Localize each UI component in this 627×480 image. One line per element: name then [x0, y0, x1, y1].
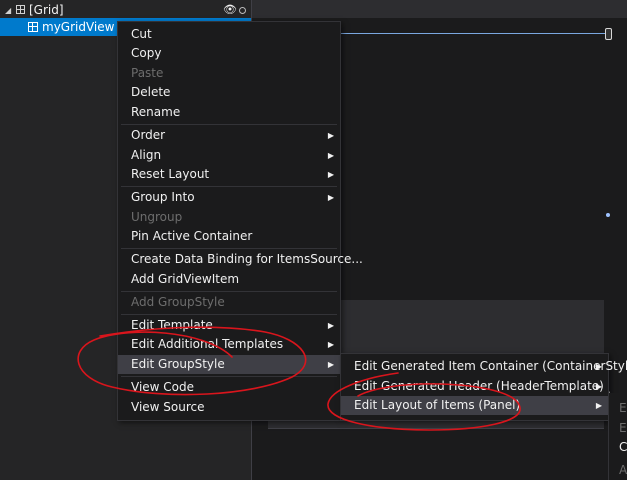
menu-item-add-groupstyle: Add GroupStyle	[131, 295, 225, 309]
eye-icon[interactable]: 👁	[223, 1, 237, 19]
submenu-arrow-icon: ▶	[327, 151, 334, 160]
submenu-arrow-icon: ▶	[327, 321, 334, 330]
gridview-icon	[28, 22, 38, 32]
menu-separator	[121, 124, 337, 125]
menu-item-view-source[interactable]: View Source	[118, 398, 340, 417]
submenu-arrow-icon: ▶	[327, 170, 334, 179]
groupstyle-submenu: Edit Generated Item Container (Container…	[340, 353, 627, 421]
submenu-item-edit-generated-item-container[interactable]: Edit Generated Item Container (Container…	[341, 357, 627, 376]
menu-item-truncated: Ap	[619, 463, 627, 477]
menu-item-ungroup: Ungroup	[131, 210, 183, 224]
menu-item-view-code[interactable]: View Code	[118, 378, 340, 397]
panel-submenu: Ec Ec Cr Ap	[608, 393, 627, 480]
menu-item-rename[interactable]: Rename	[118, 103, 340, 122]
menu-item-reset-layout[interactable]: Reset Layout ▶	[118, 165, 340, 184]
menu-item-delete[interactable]: Delete	[118, 83, 340, 102]
menu-item-group-into[interactable]: Group Into ▶	[118, 188, 340, 207]
menu-item-edit-additional-templates[interactable]: Edit Additional Templates ▶	[118, 335, 340, 354]
menu-item-add-gridviewitem[interactable]: Add GridViewItem	[118, 270, 340, 289]
menu-item-create-data-binding[interactable]: Create Data Binding for ItemsSource...	[118, 250, 363, 269]
tree-item-label: [Grid]	[29, 3, 64, 17]
menu-item-truncated[interactable]: Cr	[609, 438, 627, 457]
menu-separator	[121, 376, 337, 377]
menu-separator	[121, 314, 337, 315]
submenu-arrow-icon: ▶	[595, 401, 602, 410]
submenu-arrow-icon: ▶	[327, 360, 334, 369]
submenu-item-edit-generated-header[interactable]: Edit Generated Header (HeaderTemplate) ▶	[341, 377, 608, 396]
menu-separator	[121, 248, 337, 249]
menu-item-align[interactable]: Align ▶	[118, 146, 340, 165]
submenu-arrow-icon: ▶	[595, 362, 602, 371]
menu-separator	[121, 291, 337, 292]
submenu-arrow-icon: ▶	[595, 382, 602, 391]
submenu-item-edit-layout-of-items[interactable]: Edit Layout of Items (Panel) ▶	[341, 396, 608, 415]
context-menu: Cut Copy Paste Delete Rename Order ▶ Alig…	[117, 21, 363, 421]
menu-separator	[121, 186, 337, 187]
menu-item-copy[interactable]: Copy	[118, 44, 340, 63]
resize-handle-icon[interactable]	[605, 28, 612, 40]
submenu-arrow-icon: ▶	[327, 340, 334, 349]
selection-handle-icon[interactable]	[606, 213, 610, 217]
grid-icon	[16, 5, 25, 14]
submenu-arrow-icon: ▶	[327, 131, 334, 140]
menu-item-truncated: Ec	[619, 401, 627, 415]
menu-item-truncated: Ec	[619, 421, 627, 435]
lock-toggle-icon[interactable]	[239, 7, 246, 14]
menu-item-cut[interactable]: Cut	[118, 25, 340, 44]
menu-item-edit-template[interactable]: Edit Template ▶	[118, 316, 340, 335]
tree-item-label: myGridView	[42, 20, 115, 34]
menu-item-paste: Paste	[131, 66, 164, 80]
menu-item-edit-groupstyle[interactable]: Edit GroupStyle ▶	[118, 355, 340, 374]
menu-item-pin-active-container[interactable]: Pin Active Container	[118, 227, 340, 246]
selection-outline	[330, 33, 608, 34]
tree-item-grid[interactable]: ◢ [Grid] 👁	[0, 1, 251, 19]
design-toolbar-strip	[252, 0, 627, 18]
submenu-arrow-icon: ▶	[327, 193, 334, 202]
menu-item-order[interactable]: Order ▶	[118, 126, 340, 145]
